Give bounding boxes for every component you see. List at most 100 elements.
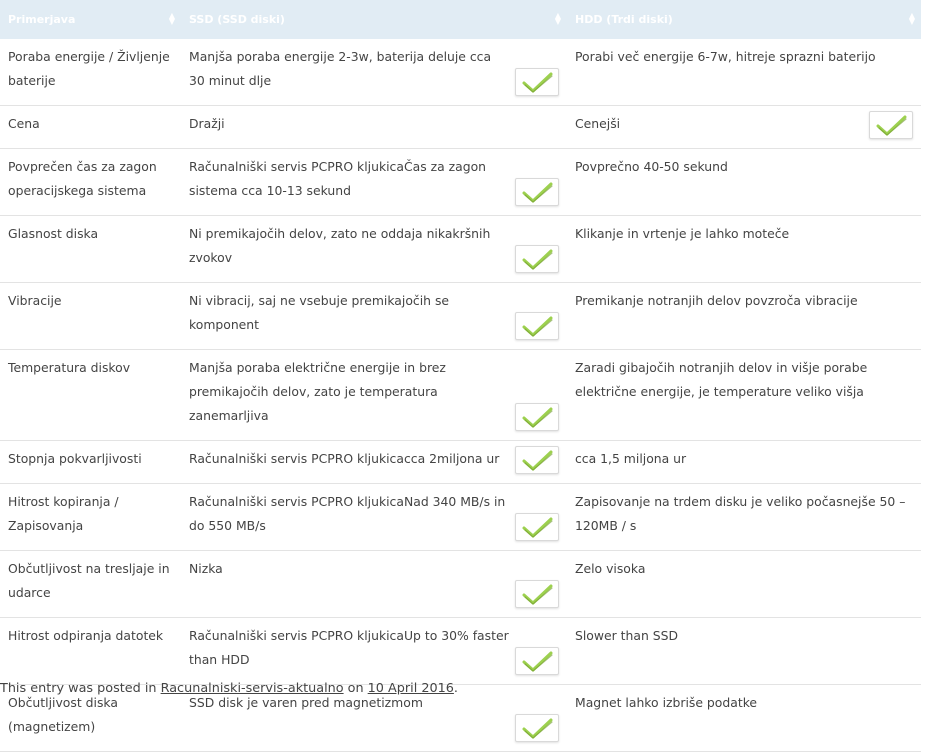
header-label: SSD (SSD diski) <box>189 13 285 26</box>
row-label: Cena <box>0 105 181 149</box>
checkmark-icon <box>515 312 559 340</box>
ssd-cell: Dražji <box>181 105 567 149</box>
hdd-cell-text: Zelo visoka <box>575 561 646 576</box>
ssd-cell-text: Računalniški servis PCPRO kljukicaNad 34… <box>189 494 506 533</box>
ssd-cell: Ni vibracij, saj ne vsebuje premikajočih… <box>181 282 567 350</box>
hdd-cell: Zapisovanje na trdem disku je veliko poč… <box>567 483 921 551</box>
checkmark-icon <box>515 178 559 206</box>
ssd-cell-text: Dražji <box>189 116 225 131</box>
hdd-cell: Zelo visoka <box>567 550 921 618</box>
row-label-text: Hitrost kopiranja / Zapisovanja <box>8 494 119 533</box>
checkmark-icon <box>515 647 559 675</box>
row-label: Hitrost odpiranja datotek <box>0 617 181 685</box>
hdd-cell: Zaradi gibajočih notranjih delov in višj… <box>567 349 921 441</box>
table-row: Hitrost kopiranja / Zapisovanja Računalni… <box>0 483 921 551</box>
table-row: Temperatura diskov Manjša poraba električ… <box>0 349 921 441</box>
hdd-cell-text: Zaradi gibajočih notranjih delov in višj… <box>575 360 868 399</box>
table-header: Primerjava ▲ ▼ SSD (SSD diski) ▲ ▼ HDD (Tr… <box>0 0 921 39</box>
ssd-cell: Manjša poraba električne energije in bre… <box>181 349 567 441</box>
entry-meta: This entry was posted in Racunalniski-se… <box>0 681 458 696</box>
table-row: Cena Dražji Cenejši <box>0 105 921 149</box>
table-row: Vibracije Ni vibracij, saj ne vsebuje pre… <box>0 282 921 350</box>
row-label-text: Stopnja pokvarljivosti <box>8 451 142 466</box>
hdd-cell-text: Klikanje in vrtenje je lahko moteče <box>575 226 790 241</box>
hdd-cell: Povprečno 40-50 sekund <box>567 148 921 216</box>
row-label-text: Poraba energije / Življenje baterije <box>8 49 170 88</box>
row-label-text: Vibracije <box>8 293 62 308</box>
header-primerjava[interactable]: Primerjava ▲ ▼ <box>0 0 181 39</box>
ssd-cell-text: SSD disk je varen pred magnetizmom <box>189 695 423 710</box>
footer-suffix: . <box>453 681 458 696</box>
ssd-cell: Računalniški servis PCPRO kljukicaNad 34… <box>181 483 567 551</box>
row-label-text: Hitrost odpiranja datotek <box>8 628 164 643</box>
ssd-cell: Računalniški servis PCPRO kljukicaUp to … <box>181 617 567 685</box>
checkmark-icon <box>515 580 559 608</box>
ssd-cell-text: Manjša poraba energije 2-3w, baterija de… <box>189 49 492 88</box>
checkmark-icon <box>515 446 559 474</box>
row-label-text: Cena <box>8 116 40 131</box>
ssd-cell: Ni premikajočih delov, zato ne oddaja ni… <box>181 215 567 283</box>
hdd-cell: Magnet lahko izbriše podatke <box>567 684 921 752</box>
row-label-text: Glasnost diska <box>8 226 99 241</box>
ssd-cell-text: Računalniški servis PCPRO kljukicaUp to … <box>189 628 509 667</box>
hdd-cell-text: Premikanje notranjih delov povzroča vibr… <box>575 293 858 308</box>
row-label: Hitrost kopiranja / Zapisovanja <box>0 483 181 551</box>
hdd-cell-text: Magnet lahko izbriše podatke <box>575 695 758 710</box>
hdd-cell: Klikanje in vrtenje je lahko moteče <box>567 215 921 283</box>
ssd-cell-text: Manjša poraba električne energije in bre… <box>189 360 446 423</box>
checkmark-icon <box>515 513 559 541</box>
ssd-cell: Računalniški servis PCPRO kljukicaČas za… <box>181 148 567 216</box>
footer-middle: on <box>343 681 368 696</box>
row-label: Poraba energije / Življenje baterije <box>0 39 181 106</box>
hdd-cell-text: Slower than SSD <box>575 628 679 643</box>
checkmark-icon <box>515 68 559 96</box>
row-label-text: Občutljivost diska (magnetizem) <box>8 695 118 734</box>
table-row: Hitrost odpiranja datotek Računalniški se… <box>0 617 921 685</box>
table-row: Občutljivost na tresljaje in udarce Nizka… <box>0 550 921 618</box>
hdd-cell-text: Povprečno 40-50 sekund <box>575 159 728 174</box>
ssd-cell-text: Ni vibracij, saj ne vsebuje premikajočih… <box>189 293 450 332</box>
table-row: Glasnost diska Ni premikajočih delov, zat… <box>0 215 921 283</box>
row-label-text: Povprečen čas za zagon operacijskega sis… <box>8 159 157 198</box>
row-label-text: Temperatura diskov <box>8 360 131 375</box>
row-label: Povprečen čas za zagon operacijskega sis… <box>0 148 181 216</box>
checkmark-icon <box>515 714 559 742</box>
checkmark-icon <box>515 245 559 273</box>
ssd-cell-text: Računalniški servis PCPRO kljukicacca 2m… <box>189 451 500 466</box>
header-label: Primerjava <box>8 13 76 26</box>
hdd-cell-text: cca 1,5 miljona ur <box>575 451 687 466</box>
table-row: Stopnja pokvarljivosti Računalniški servi… <box>0 440 921 484</box>
hdd-cell: cca 1,5 miljona ur <box>567 440 921 484</box>
hdd-cell: Slower than SSD <box>567 617 921 685</box>
ssd-cell: Nizka <box>181 550 567 618</box>
row-label: Vibracije <box>0 282 181 350</box>
hdd-cell: Porabi več energije 6-7w, hitreje sprazn… <box>567 39 921 106</box>
sort-arrows-icon[interactable]: ▲ ▼ <box>169 12 175 26</box>
footer-prefix: This entry was posted in <box>0 681 161 696</box>
hdd-cell-text: Porabi več energije 6-7w, hitreje sprazn… <box>575 49 876 64</box>
row-label: Glasnost diska <box>0 215 181 283</box>
ssd-cell-text: Nizka <box>189 561 223 576</box>
hdd-cell: Premikanje notranjih delov povzroča vibr… <box>567 282 921 350</box>
sort-arrows-icon[interactable]: ▲ ▼ <box>555 12 561 26</box>
row-label: Občutljivost na tresljaje in udarce <box>0 550 181 618</box>
ssd-cell-text: Računalniški servis PCPRO kljukicaČas za… <box>189 159 487 198</box>
comparison-table: Primerjava ▲ ▼ SSD (SSD diski) ▲ ▼ HDD (Tr… <box>0 0 921 752</box>
table-body: Poraba energije / Življenje baterije Manj… <box>0 39 921 752</box>
category-link[interactable]: Racunalniski-servis-aktualno <box>161 681 344 696</box>
row-label: Temperatura diskov <box>0 349 181 441</box>
header-label: HDD (Trdi diski) <box>575 13 673 26</box>
date-link[interactable]: 10 April 2016 <box>368 681 454 696</box>
checkmark-icon <box>869 111 913 139</box>
checkmark-icon <box>515 403 559 431</box>
hdd-cell-text: Cenejši <box>575 116 621 131</box>
row-label: Stopnja pokvarljivosti <box>0 440 181 484</box>
sort-arrows-icon[interactable]: ▲ ▼ <box>909 12 915 26</box>
header-hdd[interactable]: HDD (Trdi diski) ▲ ▼ <box>567 0 921 39</box>
header-ssd[interactable]: SSD (SSD diski) ▲ ▼ <box>181 0 567 39</box>
row-label-text: Občutljivost na tresljaje in udarce <box>8 561 170 600</box>
table-row: Povprečen čas za zagon operacijskega sis… <box>0 148 921 216</box>
ssd-cell-text: Ni premikajočih delov, zato ne oddaja ni… <box>189 226 491 265</box>
ssd-cell: Računalniški servis PCPRO kljukicacca 2m… <box>181 440 567 484</box>
ssd-cell: Manjša poraba energije 2-3w, baterija de… <box>181 39 567 106</box>
